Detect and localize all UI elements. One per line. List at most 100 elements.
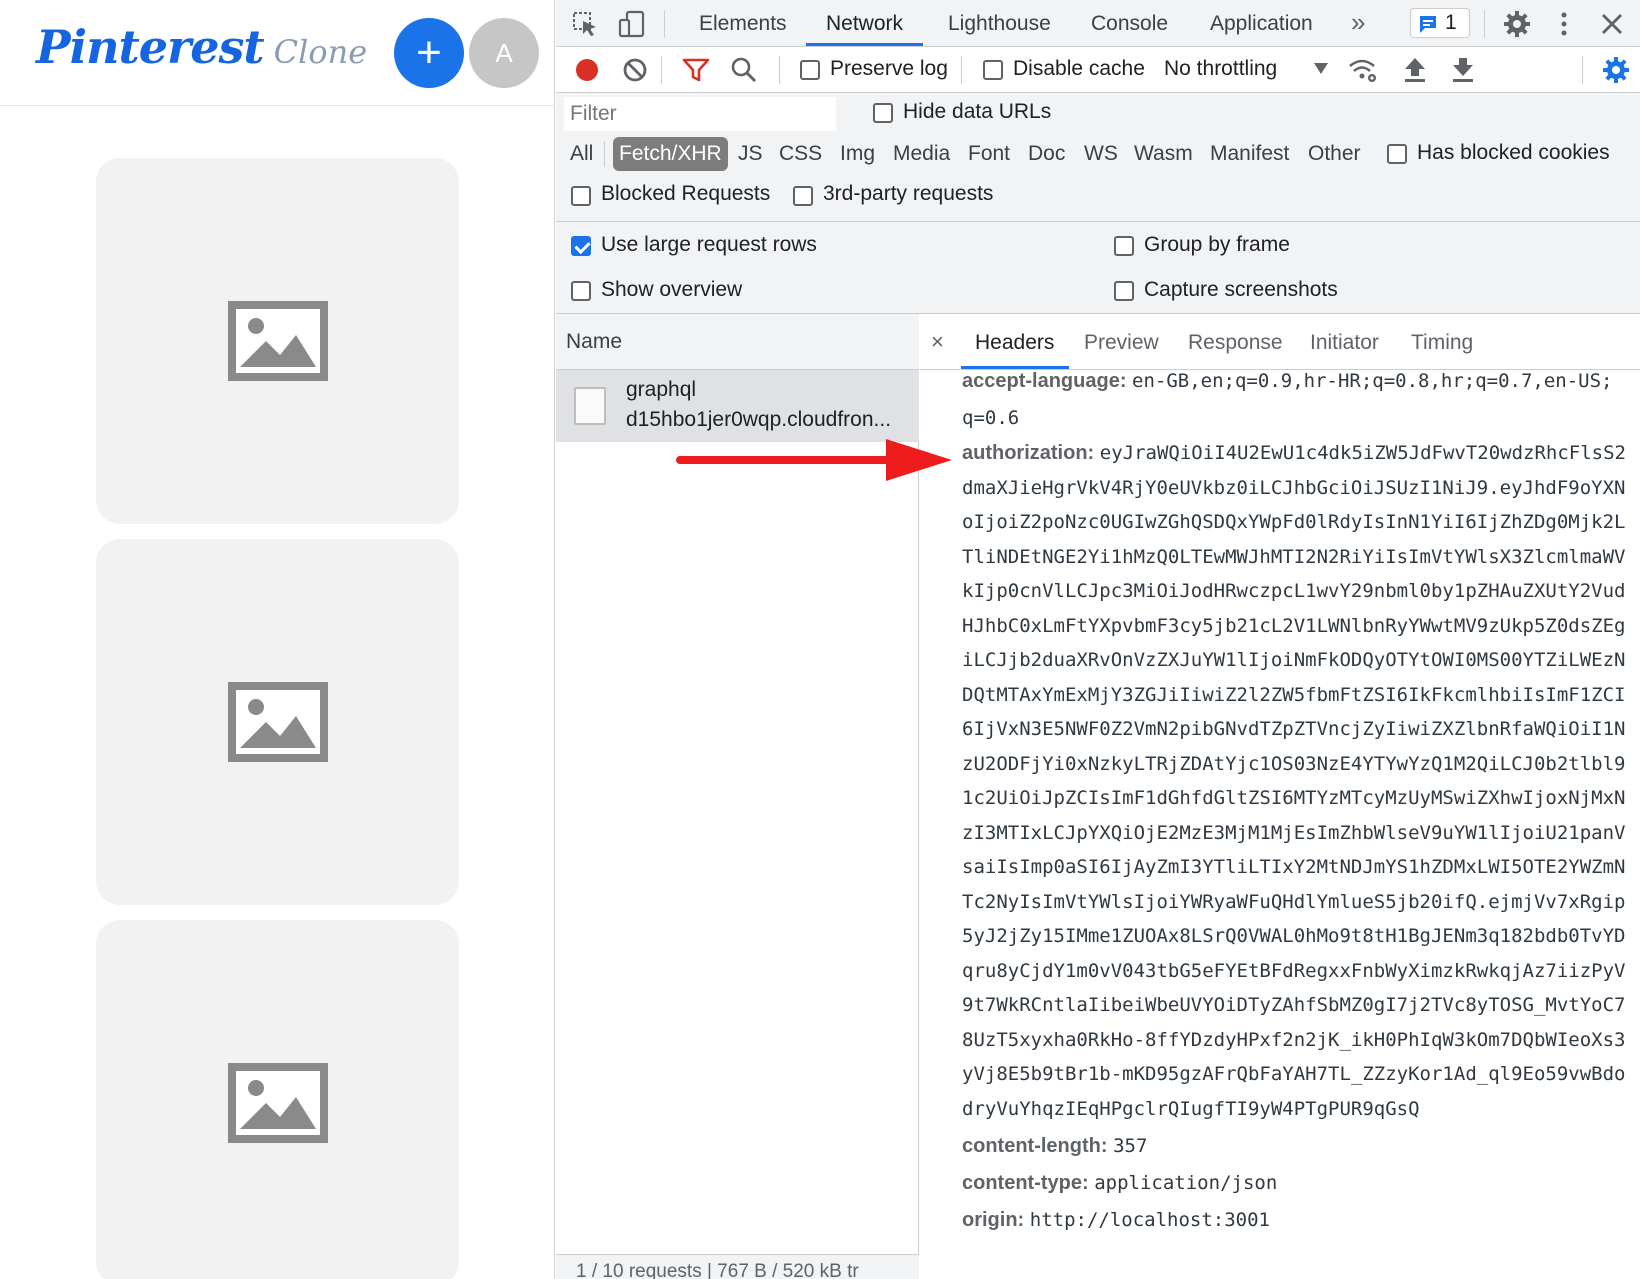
- network-toolbar: Preserve log Disable cache No throttling: [556, 47, 1640, 93]
- type-filter-media[interactable]: Media: [893, 137, 950, 171]
- close-devtools-icon[interactable]: [1600, 12, 1624, 36]
- large-rows-checkbox[interactable]: [571, 236, 591, 256]
- hide-data-urls-label: Hide data URLs: [903, 100, 1052, 123]
- avatar[interactable]: A: [469, 18, 539, 88]
- pin-card[interactable]: [96, 920, 459, 1279]
- header-key: content-type:: [962, 1172, 1089, 1194]
- type-filter-font[interactable]: Font: [968, 137, 1010, 171]
- header-value: 357: [1113, 1135, 1148, 1157]
- large-rows-label: Use large request rows: [601, 233, 817, 256]
- type-filter-other[interactable]: Other: [1308, 137, 1361, 171]
- request-row[interactable]: graphql d15hbo1jer0wqp.cloudfron...: [556, 370, 919, 442]
- type-filter-doc[interactable]: Doc: [1028, 137, 1065, 171]
- header-key: authorization:: [962, 442, 1095, 464]
- annotation-arrow-icon: [676, 439, 952, 481]
- type-filter-manifest[interactable]: Manifest: [1210, 137, 1289, 171]
- header-value-line: yVj8E5b9tBr1b-mKD95gzAFrQbFaYAH7TL_ZZzyK…: [962, 1063, 1626, 1085]
- header-value-line: 6IjVxN3E5NWF0Z2VmN2pibGNvdTZpZTVncjZyIiw…: [962, 718, 1626, 740]
- network-conditions-icon[interactable]: [1348, 56, 1378, 84]
- tab-headers[interactable]: Headers: [975, 314, 1054, 370]
- pin-card[interactable]: [96, 539, 459, 905]
- group-by-frame-checkbox[interactable]: [1114, 236, 1134, 256]
- tab-elements[interactable]: Elements: [699, 0, 787, 47]
- record-icon[interactable]: [574, 57, 600, 83]
- hide-data-urls-checkbox[interactable]: [873, 103, 893, 123]
- tab-application[interactable]: Application: [1210, 0, 1313, 47]
- logo[interactable]: Pinterest Clone: [36, 20, 367, 84]
- type-filter-css[interactable]: CSS: [779, 137, 822, 171]
- type-filter-fetch-xhr[interactable]: Fetch/XHR: [613, 137, 728, 171]
- header-value-line: 8UzT5xyxha0RkHo-8ffYDzdyHPxf2n2jK_ikH0Ph…: [962, 1029, 1626, 1051]
- header-value-line: saiIsImp0aSI6IjAyZmI3YTliLTIxY2MtNDJmYS1…: [962, 856, 1626, 878]
- header-value: en-GB,en;q=0.9,hr-HR;q=0.8,hr;q=0.7,en-U…: [1132, 370, 1613, 392]
- export-har-icon[interactable]: [1450, 56, 1476, 84]
- show-overview-checkbox[interactable]: [571, 281, 591, 301]
- tab-network[interactable]: Network: [826, 0, 903, 47]
- tab-response[interactable]: Response: [1188, 314, 1283, 370]
- file-icon: [574, 387, 606, 425]
- header-value-line: qru8yCjdY1m0vV043tbG5eFYEtBFdRegxxFnbWyX…: [962, 960, 1626, 982]
- header-value-line: oIjoiZ2poNzc0UGIwZGhQSDQxYWpFd0lRdyIsInN…: [962, 511, 1626, 533]
- settings-gear-icon[interactable]: [1503, 10, 1531, 38]
- preserve-log-checkbox[interactable]: [800, 60, 820, 80]
- tab-initiator[interactable]: Initiator: [1310, 314, 1379, 370]
- details-tabbar: × Headers Preview Response Initiator Tim…: [920, 314, 1640, 370]
- tab-timing[interactable]: Timing: [1411, 314, 1473, 370]
- tab-console[interactable]: Console: [1091, 0, 1168, 47]
- request-domain: d15hbo1jer0wqp.cloudfron...: [626, 408, 892, 431]
- app-header: Pinterest Clone + A: [0, 0, 554, 106]
- close-details-icon[interactable]: ×: [931, 314, 944, 370]
- disable-cache-checkbox[interactable]: [983, 60, 1003, 80]
- capture-screenshots-label: Capture screenshots: [1144, 278, 1338, 301]
- chevron-down-icon[interactable]: [1314, 63, 1328, 75]
- type-filter-wasm[interactable]: Wasm: [1134, 137, 1193, 171]
- devtools-tabbar: Elements Network Lighthouse Console Appl…: [556, 0, 1640, 47]
- more-tabs-icon[interactable]: »: [1351, 0, 1365, 47]
- disable-cache-label: Disable cache: [1013, 57, 1145, 80]
- search-icon[interactable]: [730, 56, 758, 84]
- avatar-letter: A: [495, 37, 513, 68]
- request-headers-list: accept-language: en-GB,en;q=0.9,hr-HR;q=…: [962, 370, 1640, 1279]
- name-column-header[interactable]: Name: [556, 314, 919, 370]
- separator: [961, 56, 962, 84]
- device-toolbar-icon[interactable]: [618, 10, 646, 38]
- app-page: Pinterest Clone + A: [0, 0, 555, 1279]
- header-row-origin: origin: http://localhost:3001: [962, 1209, 1270, 1232]
- header-value-line: zU2ODFjYi0xNzkyLTRjZDAtYjc1OS03NzE4YTYwY…: [962, 753, 1626, 775]
- network-settings-gear-icon[interactable]: [1602, 56, 1630, 84]
- header-value-line: 9t7WkRCntlaIibeiWbeUVYOiDTyZAhfSbMZ0gI7j…: [962, 994, 1626, 1016]
- clear-icon[interactable]: [622, 57, 648, 83]
- import-har-icon[interactable]: [1402, 56, 1428, 84]
- header-value-line: 5yJ2jZy15IMme1ZUOAx8LSrQ0VWAL0hMo9t8tH1B…: [962, 925, 1626, 947]
- separator: [664, 10, 665, 38]
- capture-screenshots-checkbox[interactable]: [1114, 281, 1134, 301]
- image-placeholder-icon: [228, 1063, 328, 1143]
- inspect-element-icon[interactable]: [572, 11, 598, 37]
- throttling-select[interactable]: No throttling: [1164, 57, 1277, 81]
- active-tab-indicator: [806, 43, 923, 46]
- type-filter-img[interactable]: Img: [840, 137, 875, 171]
- header-value-line: iLCJjb2duaXRvOnVzZXJuYW1lIjoiNmFkODQyOTY…: [962, 649, 1626, 671]
- tab-lighthouse[interactable]: Lighthouse: [948, 0, 1051, 47]
- filter-funnel-icon[interactable]: [682, 57, 710, 83]
- header-value-line: TliNDEtNGE2Yi1hMzQ0LTEwMWJhMTI2N2RiYiIsI…: [962, 546, 1626, 568]
- kebab-menu-icon[interactable]: [1556, 10, 1572, 38]
- add-pin-button[interactable]: +: [394, 18, 464, 88]
- separator: [1484, 10, 1485, 38]
- header-value-line: HJhbC0xLmFtYXpvbmF3cy5jb21cL2V1LWNlbnRyY…: [962, 615, 1626, 637]
- pin-card[interactable]: [96, 158, 459, 524]
- type-filter-ws[interactable]: WS: [1084, 137, 1118, 171]
- image-placeholder-icon: [228, 301, 328, 381]
- type-filter-all[interactable]: All: [570, 137, 593, 171]
- header-value-line: dmaXJieHgrVkV4RjY0eUVkbz0iLCJhbGciOiJSUz…: [962, 477, 1626, 499]
- filter-bar: Hide data URLs All Fetch/XHR JS CSS Img …: [556, 93, 1640, 222]
- has-blocked-cookies-checkbox[interactable]: [1387, 144, 1407, 164]
- issues-badge[interactable]: 1: [1410, 8, 1470, 38]
- third-party-requests-checkbox[interactable]: [793, 186, 813, 206]
- tab-preview[interactable]: Preview: [1084, 314, 1159, 370]
- blocked-requests-checkbox[interactable]: [571, 186, 591, 206]
- header-key: accept-language:: [962, 370, 1127, 392]
- filter-input[interactable]: [564, 97, 836, 131]
- header-value-line: DQtMTAxYmExMjY3ZGJiIiwiZ2l2ZW5fbmFtZSI6I…: [962, 684, 1626, 706]
- type-filter-js[interactable]: JS: [738, 137, 763, 171]
